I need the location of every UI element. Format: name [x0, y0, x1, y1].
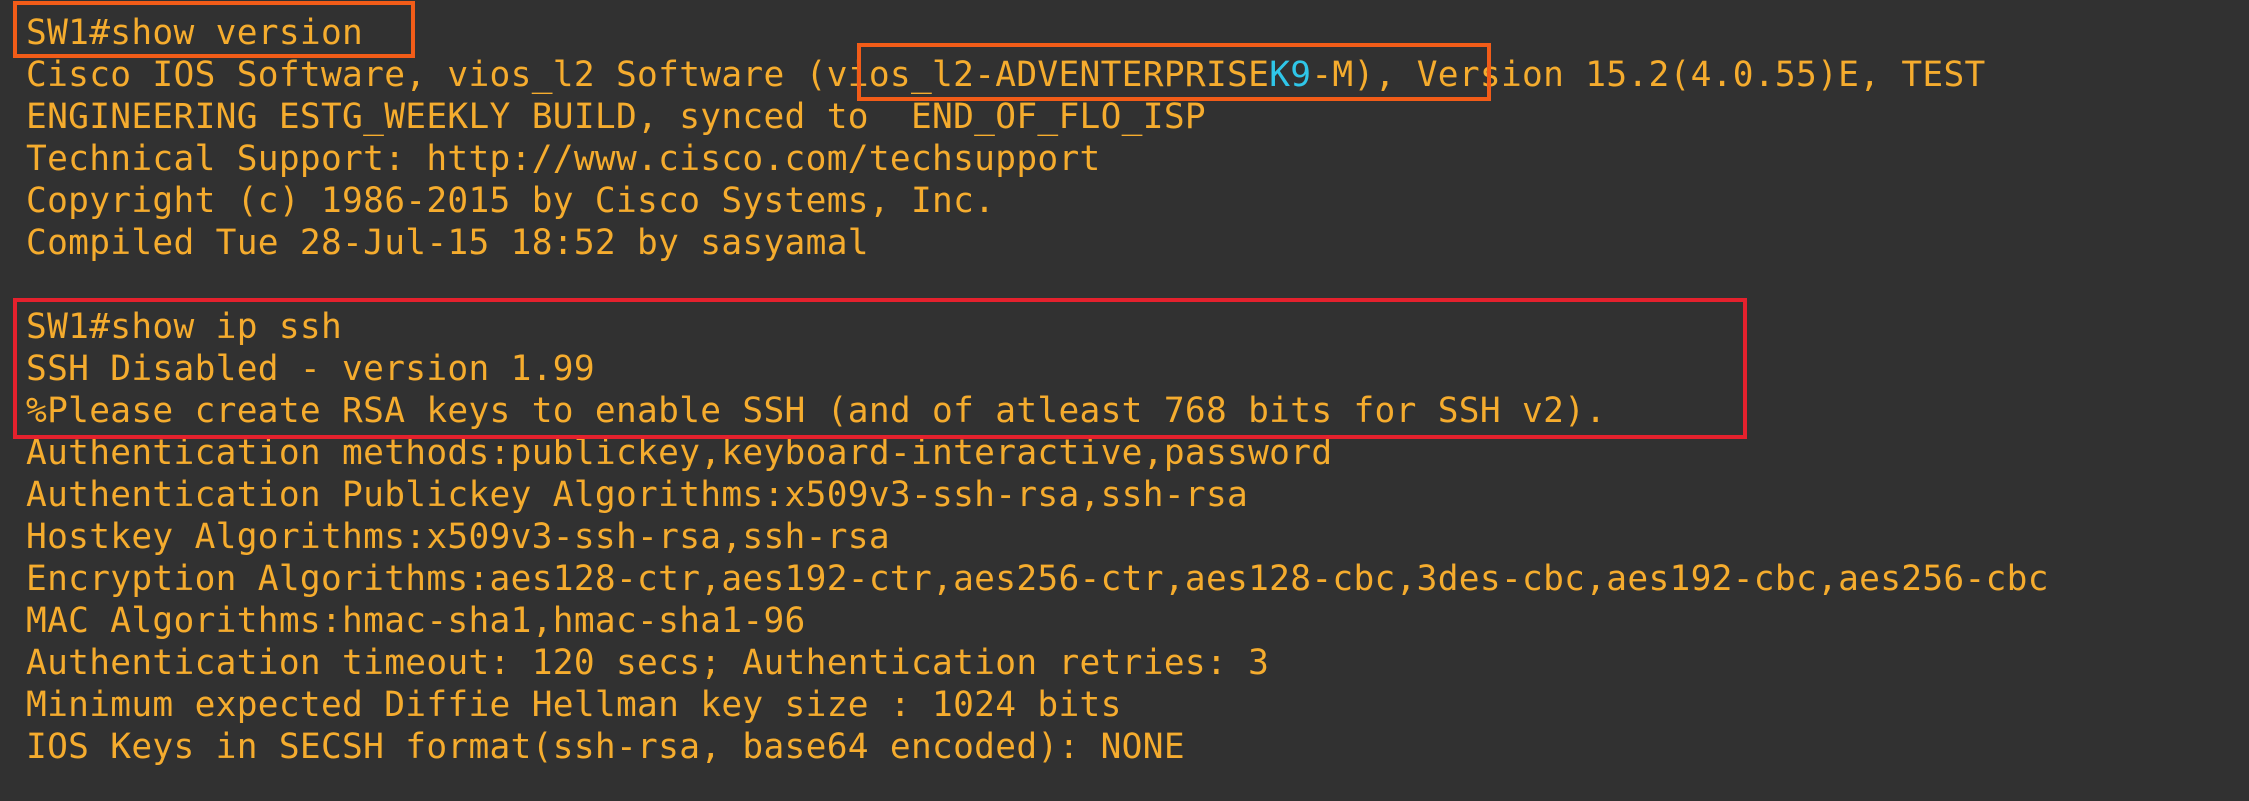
mac-algorithms-line: MAC Algorithms:hmac-sha1,hmac-sha1-96 [26, 601, 806, 641]
secsh-keys-line: IOS Keys in SECSH format(ssh-rsa, base64… [26, 727, 1185, 767]
techsupport-line: Technical Support: http://www.cisco.com/… [26, 139, 1101, 179]
ios-software-prefix: Cisco IOS Software, vios_l2 Software [26, 55, 806, 95]
rsa-keys-warning-line: %Please create RSA keys to enable SSH (a… [26, 391, 1607, 431]
publickey-algorithms-line: Authentication Publickey Algorithms:x509… [26, 475, 1249, 515]
auth-methods-line: Authentication methods:publickey,keyboar… [26, 433, 1333, 473]
ssh-status-line: SSH Disabled - version 1.99 [26, 349, 595, 389]
ios-version-suffix: , Version 15.2(4.0.55)E, TEST [1374, 55, 1986, 95]
terminal-window[interactable]: SW1#show version Cisco IOS Software, vio… [0, 0, 2249, 801]
command-show-version: SW1#show version [26, 13, 364, 53]
image-name-k9: K9 [1269, 55, 1312, 95]
image-name-part-b: -M) [1311, 55, 1375, 95]
dh-key-size-line: Minimum expected Diffie Hellman key size… [26, 685, 1122, 725]
ios-software-line: Cisco IOS Software, vios_l2 Software (vi… [26, 54, 1986, 96]
copyright-line: Copyright (c) 1986-2015 by Cisco Systems… [26, 181, 996, 221]
build-line: ENGINEERING ESTG_WEEKLY BUILD, synced to… [26, 97, 1206, 137]
image-name-part-a: (vios_l2-ADVENTERPRISE [805, 55, 1270, 95]
compiled-line: Compiled Tue 28-Jul-15 18:52 by sasyamal [26, 223, 869, 263]
hostkey-algorithms-line: Hostkey Algorithms:x509v3-ssh-rsa,ssh-rs… [26, 517, 890, 557]
encryption-algorithms-line: Encryption Algorithms:aes128-ctr,aes192-… [26, 559, 2049, 599]
auth-timeout-line: Authentication timeout: 120 secs; Authen… [26, 643, 1270, 683]
command-show-ip-ssh: SW1#show ip ssh [26, 307, 343, 347]
